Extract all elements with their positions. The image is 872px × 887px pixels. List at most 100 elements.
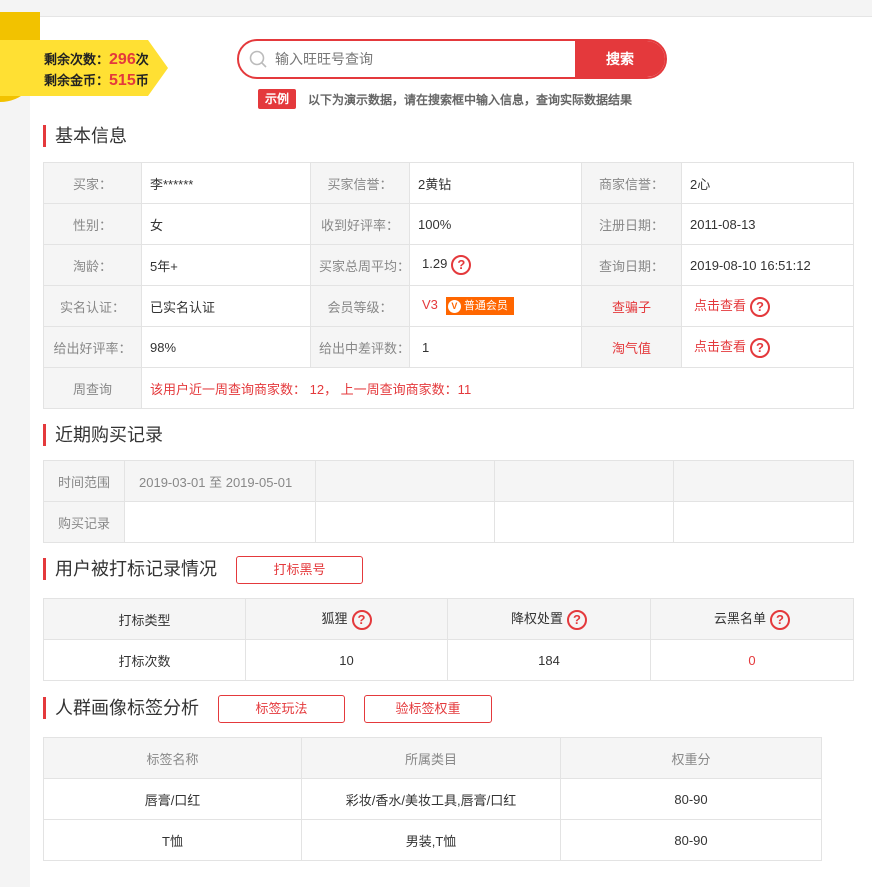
section-title-marks: 用户被打标记录情况 [43, 558, 217, 580]
register-date-value: 2011-08-13 [681, 203, 854, 245]
bad-reviews-given-number: 1 [422, 339, 430, 355]
records-label: 购买记录 [43, 501, 125, 543]
help-icon[interactable]: ? [770, 609, 790, 630]
good-rate-given-value: 98% [141, 326, 311, 368]
table-header-row: 标签名称 所属类目 权重分 [43, 737, 822, 779]
table-row: 给出好评率： 98% 给出中差评数： 1 淘气值 点击查看? [43, 326, 854, 368]
demo-badge: 示例 [258, 89, 296, 109]
table-row: 打标次数 10 184 0 [43, 639, 854, 681]
mark-blacklist-button[interactable]: 打标黑号 [236, 556, 363, 584]
tag-weight: 80-90 [560, 778, 822, 820]
help-icon[interactable]: ? [351, 609, 372, 630]
empty-cell [673, 460, 854, 502]
help-icon[interactable]: ? [750, 296, 771, 317]
table-row: 唇膏/口红 彩妆/香水/美妆工具,唇膏/口红 80-90 [43, 778, 822, 820]
seller-credit-label: 商家信誉： [581, 162, 682, 204]
weekly-query-label: 周查询 [43, 367, 142, 409]
seller-credit-value: 2心 [681, 162, 854, 204]
section-title-recent-purchases: 近期购买记录 [43, 424, 163, 446]
search-icon [249, 50, 267, 68]
member-level-cell: V3 V 普通会员 [409, 285, 582, 327]
member-level-label: 会员等级： [310, 285, 410, 327]
purchases-table: 时间范围 2019-03-01 至 2019-05-01 购买记录 [43, 460, 854, 543]
tags-table: 标签名称 所属类目 权重分 唇膏/口红 彩妆/香水/美妆工具,唇膏/口红 80-… [43, 737, 822, 861]
scam-check-cell: 点击查看? [681, 285, 854, 327]
time-range-value: 2019-03-01 至 2019-05-01 [124, 460, 316, 502]
scam-check-link[interactable]: 点击查看 [694, 298, 746, 313]
empty-cell [673, 501, 854, 543]
verify-tag-weight-button[interactable]: 验标签权重 [364, 695, 492, 723]
remaining-times: 剩余次数：296次 [44, 49, 149, 69]
gender-value: 女 [141, 203, 311, 245]
empty-cell [315, 501, 495, 543]
table-row: 实名认证： 已实名认证 会员等级： V3 V 普通会员 查骗子 点击查看? [43, 285, 854, 327]
remaining-times-value: 296 [109, 51, 136, 68]
table-row: 性别： 女 收到好评率： 100% 注册日期： 2011-08-13 [43, 203, 854, 245]
taoqi-link[interactable]: 点击查看 [694, 339, 746, 354]
help-icon[interactable]: ? [451, 255, 472, 275]
table-header-row: 打标类型 狐狸? 降权处置? 云黑名单? [43, 598, 854, 640]
tag-category: 男装,T恤 [301, 819, 561, 861]
col-demote-label: 降权处置 [510, 611, 563, 627]
empty-cell [124, 501, 316, 543]
vip-v-icon: V [447, 300, 461, 313]
buyer-credit-value: 2黄钻 [409, 162, 582, 204]
balance-ribbon: 剩余次数：296次 剩余金币：515币 [0, 40, 168, 96]
bad-reviews-given-value: 1 [409, 326, 582, 368]
query-date-label: 查询日期： [581, 244, 682, 286]
account-age-label: 淘龄： [43, 244, 142, 286]
col-category: 所属类目 [301, 737, 561, 779]
weekly-query-value: 该用户近一周查询商家数： 12， 上一周查询商家数：11 [141, 367, 854, 409]
demote-count: 184 [447, 639, 651, 681]
remaining-coins-label: 剩余金币： [44, 73, 110, 88]
query-date-value: 2019-08-10 16:51:12 [681, 244, 854, 286]
good-rate-received-label: 收到好评率： [310, 203, 410, 245]
account-age-value: 5年+ [141, 244, 311, 286]
remaining-coins: 剩余金币：515币 [44, 70, 149, 90]
taoqi-cell: 点击查看? [681, 326, 854, 368]
col-cloud-blacklist: 云黑名单? [650, 598, 854, 640]
taoqi-label: 淘气值 [581, 326, 682, 368]
remaining-times-unit: 次 [135, 52, 149, 67]
tag-name: 唇膏/口红 [43, 778, 302, 820]
bad-reviews-given-label: 给出中差评数： [310, 326, 410, 368]
remaining-coins-value: 515 [109, 72, 136, 89]
buyer-credit-label: 买家信誉： [310, 162, 410, 204]
register-date-label: 注册日期： [581, 203, 682, 245]
col-tag-name: 标签名称 [43, 737, 302, 779]
time-range-label: 时间范围 [43, 460, 125, 502]
help-icon[interactable]: ? [567, 609, 587, 630]
member-level-value: V3 [422, 297, 438, 313]
col-demote: 降权处置? [447, 598, 651, 640]
table-row: 周查询 该用户近一周查询商家数： 12， 上一周查询商家数：11 [43, 367, 854, 409]
table-row: 购买记录 [43, 501, 854, 543]
buyer-label: 买家： [43, 162, 142, 204]
table-row: 淘龄： 5年+ 买家总周平均： 1.29? 查询日期： 2019-08-10 1… [43, 244, 854, 286]
section-title-basic-info: 基本信息 [43, 125, 127, 147]
weekly-average-label: 买家总周平均： [310, 244, 410, 286]
realname-value: 已实名认证 [141, 285, 311, 327]
tag-name: T恤 [43, 819, 302, 861]
fox-count: 10 [245, 639, 448, 681]
weekly-average-value: 1.29 [422, 256, 448, 272]
search-bar: 搜索 [237, 39, 667, 79]
table-row: 时间范围 2019-03-01 至 2019-05-01 [43, 460, 854, 502]
marks-table: 打标类型 狐狸? 降权处置? 云黑名单? 打标次数 10 184 0 [43, 598, 854, 681]
table-row: T恤 男装,T恤 80-90 [43, 819, 822, 861]
empty-cell [494, 460, 674, 502]
remaining-coins-unit: 币 [135, 73, 149, 88]
col-cloud-blacklist-label: 云黑名单 [713, 611, 766, 627]
search-button[interactable]: 搜索 [575, 41, 665, 77]
buyer-value: 李****** [141, 162, 311, 204]
member-badge-label: 普通会员 [463, 300, 508, 312]
section-title-tags: 人群画像标签分析 [43, 697, 199, 719]
demo-notice: 以下为演示数据，请在搜索框中输入信息，查询实际数据结果 [308, 93, 633, 107]
empty-cell [494, 501, 674, 543]
search-input[interactable] [275, 41, 575, 77]
basic-info-table: 买家： 李****** 买家信誉： 2黄钻 商家信誉： 2心 性别： 女 收到好… [43, 162, 854, 409]
help-icon[interactable]: ? [750, 337, 771, 358]
realname-label: 实名认证： [43, 285, 142, 327]
good-rate-received-value: 100% [409, 203, 582, 245]
col-fox-label: 狐狸 [321, 611, 348, 627]
tag-play-button[interactable]: 标签玩法 [218, 695, 345, 723]
